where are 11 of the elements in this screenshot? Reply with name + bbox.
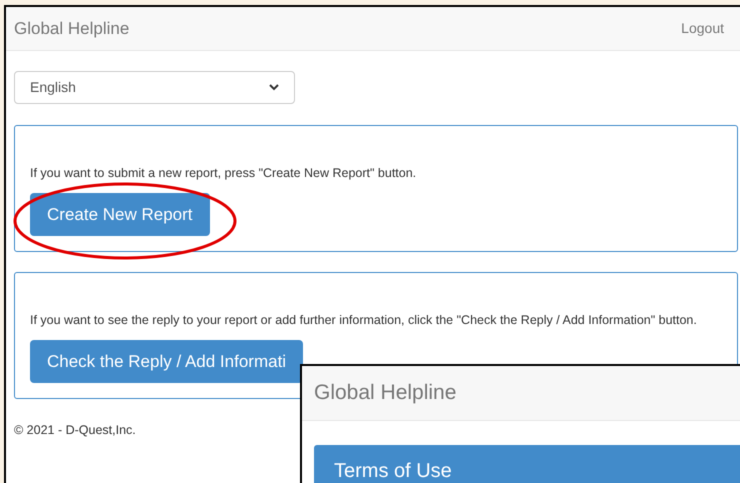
chevron-down-icon: [269, 84, 279, 91]
brand-title[interactable]: Global Helpline: [314, 377, 456, 409]
language-select[interactable]: English: [14, 71, 295, 104]
panel-title: Terms of Use: [334, 460, 452, 482]
action-button[interactable]: Create New Report: [30, 193, 210, 236]
action-button[interactable]: Check the Reply / Add Informati: [30, 340, 304, 383]
instruction-text: If you want to see the reply to your report or add further information, click the "Check the Reply / Add Information" button.: [30, 312, 698, 329]
logout-link[interactable]: Logout: [681, 18, 724, 39]
instruction-text: If you want to submit a new report, press "Create New Report" button.: [30, 165, 418, 182]
footer-text: © 2021 - D-Quest,Inc.: [14, 422, 137, 439]
brand-title[interactable]: Global Helpline: [14, 16, 130, 42]
